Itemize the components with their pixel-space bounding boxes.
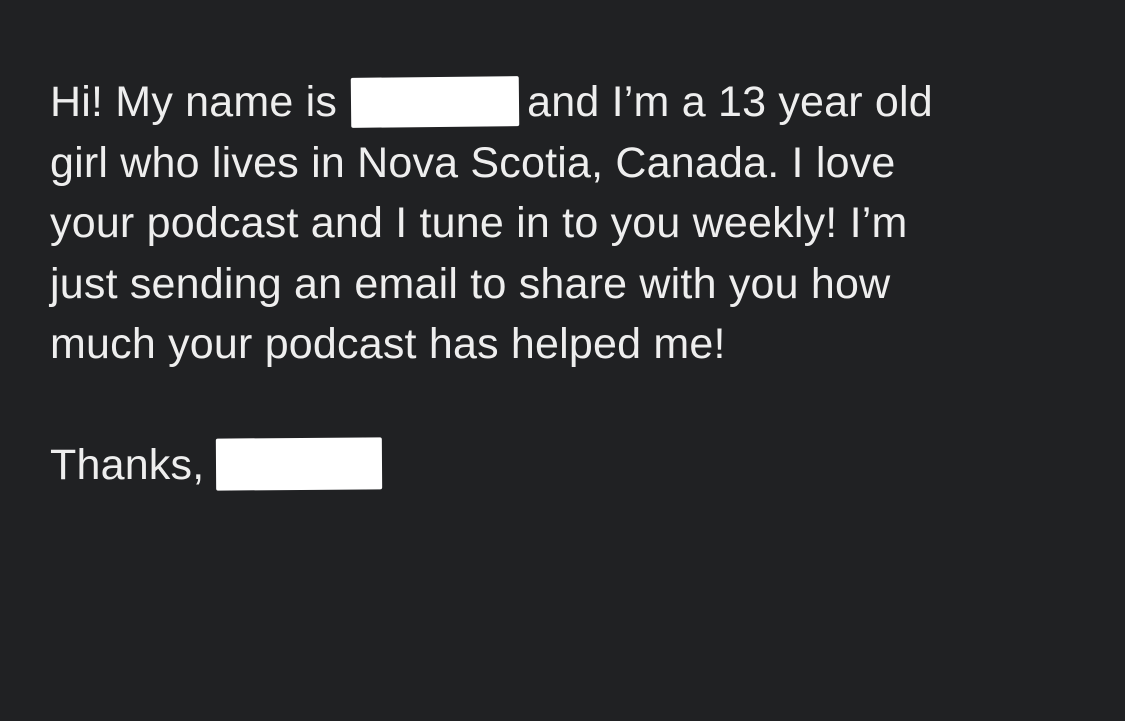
redacted-name-block — [350, 75, 520, 128]
message-line-2: girl who lives in Nova Scotia, Canada. I… — [50, 138, 896, 187]
email-message-body: Hi! My name is and I’m a 13 year old girl… — [50, 72, 1100, 495]
message-line-5: much your podcast has helped me! — [50, 320, 726, 368]
message-line-1: Hi! My name is and I’m a 13 year old — [50, 72, 1100, 133]
intro-text: and I’m a 13 year old — [527, 78, 933, 126]
message-line-3: your podcast and I tune in to you weekly… — [50, 199, 908, 247]
message-line-4: just sending an email to share with you … — [50, 259, 891, 308]
redacted-signature-block — [216, 437, 383, 491]
greeting-text: Hi! My name is — [50, 78, 338, 126]
closing-line: Thanks, — [50, 435, 1100, 496]
closing-text: Thanks, — [50, 440, 205, 489]
